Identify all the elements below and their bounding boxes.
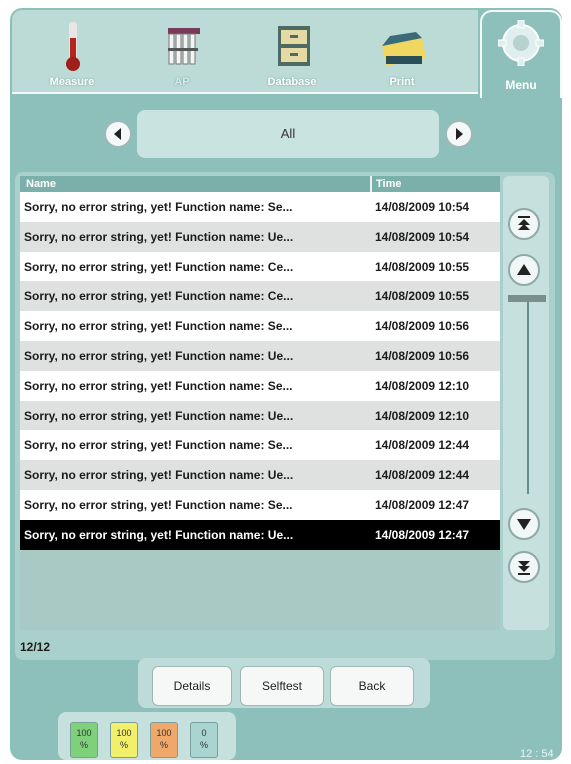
nav-menu-label: Menu xyxy=(505,78,537,92)
table-row[interactable]: Sorry, no error string, yet! Function na… xyxy=(20,281,500,312)
details-button[interactable]: Details xyxy=(152,666,232,706)
row-time: 14/08/2009 12:10 xyxy=(375,378,470,393)
table-row[interactable]: Sorry, no error string, yet! Function na… xyxy=(20,340,500,371)
table-row[interactable]: Sorry, no error string, yet! Function na… xyxy=(20,430,500,461)
column-header-name[interactable]: Name xyxy=(26,178,56,190)
filter-next-button[interactable] xyxy=(445,120,473,148)
table-row[interactable]: Sorry, no error string, yet! Function na… xyxy=(20,311,500,341)
row-time: 14/08/2009 12:47 xyxy=(375,527,470,542)
row-time: 14/08/2009 12:44 xyxy=(375,438,470,453)
tubes-icon xyxy=(168,28,200,65)
row-name: Sorry, no error string, yet! Function na… xyxy=(24,468,294,483)
status-indicator: 100% xyxy=(110,722,138,758)
column-divider xyxy=(370,176,372,192)
row-time: 14/08/2009 10:54 xyxy=(375,200,470,214)
back-button[interactable]: Back xyxy=(330,666,414,706)
scroll-up-button[interactable] xyxy=(508,254,540,286)
nav-print[interactable]: Print xyxy=(352,10,452,92)
scroll-bottom-button[interactable] xyxy=(508,551,540,583)
filter-value: All xyxy=(137,110,439,158)
scroll-top-icon xyxy=(518,216,530,230)
nav-ap[interactable]: AP xyxy=(132,10,232,92)
selftest-button[interactable]: Selftest xyxy=(240,666,324,706)
record-counter: 12/12 xyxy=(20,640,51,654)
row-name: Sorry, no error string, yet! Function na… xyxy=(24,497,293,512)
nav-database-label: Database xyxy=(267,76,317,88)
scroll-down-button[interactable] xyxy=(508,508,540,540)
status-indicator: 0% xyxy=(190,722,218,758)
table-row[interactable]: Sorry, no error string, yet! Function na… xyxy=(20,251,500,282)
database-icon xyxy=(278,26,310,66)
printer-icon xyxy=(382,32,426,66)
gear-menu-icon xyxy=(498,20,544,66)
top-nav: Measure AP Database Print xyxy=(12,10,478,94)
table-body: Sorry, no error string, yet! Function na… xyxy=(20,192,500,550)
status-value: 100 xyxy=(116,728,132,738)
nav-database[interactable]: Database xyxy=(242,10,342,92)
table-row[interactable]: Sorry, no error string, yet! Function na… xyxy=(20,192,500,222)
status-unit: % xyxy=(79,740,88,750)
nav-measure-label: Measure xyxy=(49,76,95,88)
status-unit: % xyxy=(199,740,208,750)
error-log-table: Name Time Sorry, no error string, yet! F… xyxy=(20,176,500,630)
row-name: Sorry, no error string, yet! Function na… xyxy=(24,408,294,423)
table-header: Name Time xyxy=(20,176,500,192)
status-indicator: 100% xyxy=(150,722,178,758)
row-time: 14/08/2009 12:10 xyxy=(375,408,470,423)
row-time: 14/08/2009 10:55 xyxy=(375,289,470,304)
scroll-track[interactable] xyxy=(527,298,529,494)
nav-measure[interactable]: Measure xyxy=(22,10,122,92)
row-name: Sorry, no error string, yet! Function na… xyxy=(24,378,293,393)
row-name: Sorry, no error string, yet! Function na… xyxy=(24,229,294,244)
status-unit: % xyxy=(119,740,128,750)
row-name: Sorry, no error string, yet! Function na… xyxy=(24,289,294,304)
arrow-right-icon xyxy=(456,128,463,140)
table-row[interactable]: Sorry, no error string, yet! Function na… xyxy=(20,460,500,490)
scroll-down-icon xyxy=(517,519,531,530)
scroll-up-icon xyxy=(517,264,531,275)
status-indicator: 100% xyxy=(70,722,98,758)
status-unit: % xyxy=(159,740,168,750)
status-value: 100 xyxy=(156,728,172,738)
table-row[interactable]: Sorry, no error string, yet! Function na… xyxy=(20,519,500,550)
filter-prev-button[interactable] xyxy=(104,120,132,148)
scroll-bottom-icon xyxy=(518,561,530,575)
row-time: 14/08/2009 10:55 xyxy=(375,259,470,274)
scroll-thumb[interactable] xyxy=(508,295,546,302)
row-name: Sorry, no error string, yet! Function na… xyxy=(24,259,294,274)
table-row[interactable]: Sorry, no error string, yet! Function na… xyxy=(20,400,500,431)
table-row[interactable]: Sorry, no error string, yet! Function na… xyxy=(20,489,500,520)
nav-print-label: Print xyxy=(389,76,415,88)
row-time: 14/08/2009 10:56 xyxy=(375,348,470,363)
row-name: Sorry, no error string, yet! Function na… xyxy=(24,200,293,214)
row-name: Sorry, no error string, yet! Function na… xyxy=(24,438,293,453)
status-value: 100 xyxy=(76,728,92,738)
row-time: 14/08/2009 10:54 xyxy=(375,229,470,244)
row-time: 14/08/2009 10:56 xyxy=(375,319,470,334)
nav-ap-label: AP xyxy=(174,76,190,88)
row-name: Sorry, no error string, yet! Function na… xyxy=(24,527,294,542)
row-name: Sorry, no error string, yet! Function na… xyxy=(24,348,294,363)
scroll-top-button[interactable] xyxy=(508,208,540,240)
thermometer-icon xyxy=(66,22,80,71)
table-row[interactable]: Sorry, no error string, yet! Function na… xyxy=(20,370,500,401)
clock: 12 : 54 xyxy=(520,748,554,760)
status-value: 0 xyxy=(201,728,207,738)
arrow-left-icon xyxy=(114,128,121,140)
table-row[interactable]: Sorry, no error string, yet! Function na… xyxy=(20,221,500,252)
row-time: 14/08/2009 12:44 xyxy=(375,468,470,483)
row-time: 14/08/2009 12:47 xyxy=(375,497,470,512)
nav-menu[interactable]: Menu xyxy=(480,10,562,98)
column-header-time[interactable]: Time xyxy=(376,178,401,190)
row-name: Sorry, no error string, yet! Function na… xyxy=(24,319,293,334)
